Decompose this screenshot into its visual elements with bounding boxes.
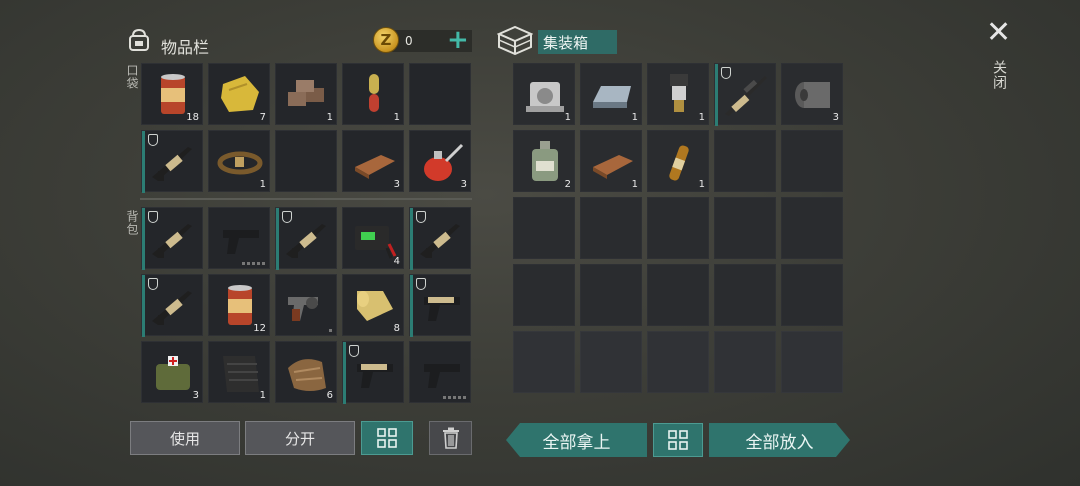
empty-slot[interactable]: [580, 264, 642, 326]
trash-icon: [442, 427, 459, 449]
chemical-bottle-icon: [532, 141, 558, 181]
item-quantity: 1: [698, 112, 705, 123]
wood-plank-icon: [593, 155, 633, 179]
empty-slot[interactable]: [714, 197, 776, 259]
grid-sort-icon: [377, 428, 397, 448]
engine-cylinder-icon: [526, 82, 564, 112]
container-grid: 1 1 1 3 2 1 1: [0, 0, 1080, 404]
empty-slot[interactable]: [781, 197, 843, 259]
empty-slot[interactable]: [714, 331, 776, 393]
item-slot[interactable]: 1: [647, 130, 709, 192]
item-slot[interactable]: 1: [580, 63, 642, 125]
empty-slot[interactable]: [781, 331, 843, 393]
item-slot[interactable]: 1: [580, 130, 642, 192]
sort-container-button[interactable]: [653, 423, 703, 457]
item-quantity: 1: [631, 179, 638, 190]
put-all-button[interactable]: 全部放入: [709, 423, 850, 457]
item-slot[interactable]: 1: [647, 63, 709, 125]
item-quantity: 1: [631, 112, 638, 123]
empty-slot[interactable]: [647, 264, 709, 326]
use-button[interactable]: 使用: [130, 421, 240, 455]
ampoule-icon: [669, 145, 689, 181]
equipped-marker: [715, 64, 718, 126]
empty-slot[interactable]: [714, 130, 776, 192]
empty-slot[interactable]: [647, 197, 709, 259]
item-quantity: 1: [698, 179, 705, 190]
item-quantity: 1: [564, 112, 571, 123]
empty-slot[interactable]: [513, 197, 575, 259]
take-all-button[interactable]: 全部拿上: [506, 423, 647, 457]
metal-ingot-icon: [593, 86, 631, 108]
empty-slot[interactable]: [580, 331, 642, 393]
close-label[interactable]: 关闭: [989, 60, 1009, 90]
item-slot[interactable]: [714, 63, 776, 126]
duct-tape-icon: [795, 82, 830, 108]
spark-plug-icon: [670, 74, 688, 112]
empty-slot[interactable]: [781, 264, 843, 326]
item-slot[interactable]: 3: [781, 63, 843, 125]
empty-slot[interactable]: [513, 264, 575, 326]
empty-slot[interactable]: [513, 331, 575, 393]
item-quantity: 3: [832, 112, 839, 123]
grid-sort-icon: [668, 430, 688, 450]
sort-inventory-button[interactable]: [361, 421, 413, 455]
sniper-rifle-icon: [725, 76, 767, 116]
item-slot[interactable]: 2: [513, 130, 575, 192]
item-slot[interactable]: 1: [513, 63, 575, 125]
discard-button[interactable]: [429, 421, 472, 455]
item-quantity: 2: [564, 179, 571, 190]
empty-slot[interactable]: [781, 130, 843, 192]
empty-slot[interactable]: [580, 197, 642, 259]
empty-slot[interactable]: [714, 264, 776, 326]
split-button[interactable]: 分开: [245, 421, 355, 455]
close-icon[interactable]: ✕: [986, 18, 1011, 48]
empty-slot[interactable]: [647, 331, 709, 393]
